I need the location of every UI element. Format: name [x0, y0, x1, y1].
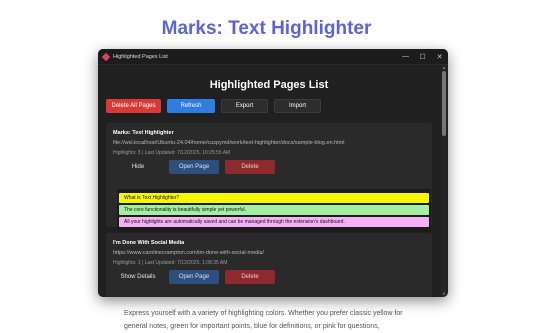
highlight-list: What is Text Highlighter? The core funct… — [117, 189, 431, 232]
app-window: Highlighted Pages List — ☐ ✕ Highlighted… — [98, 49, 448, 297]
card-actions: Show Details Open Page Delete — [113, 270, 275, 284]
highlight-item[interactable]: What is Text Highlighter? — [119, 193, 429, 203]
delete-button[interactable]: Delete — [225, 270, 275, 284]
highlight-item[interactable]: All your highlights are automatically sa… — [119, 217, 429, 227]
delete-button[interactable]: Delete — [225, 160, 275, 174]
window-title: Highlighted Pages List — [113, 53, 168, 60]
promo-description: Express yourself with a variety of highl… — [124, 310, 403, 330]
export-button[interactable]: Export — [221, 99, 268, 113]
app-icon — [101, 52, 111, 61]
open-page-button[interactable]: Open Page — [169, 160, 219, 174]
hide-button[interactable]: Hide — [113, 160, 163, 174]
page-card: I'm Done With Social Media https://www.c… — [106, 233, 432, 297]
open-page-button[interactable]: Open Page — [169, 270, 219, 284]
page-content: Highlighted Pages List Delete All Pages … — [98, 65, 440, 297]
scroll-down-icon[interactable]: ▼ — [441, 291, 447, 297]
card-url: https://www.carolinecrampton.com/im-done… — [113, 250, 264, 256]
delete-all-button[interactable]: Delete All Pages — [106, 99, 161, 113]
toolbar: Delete All Pages Refresh Export Import — [106, 99, 321, 113]
refresh-button[interactable]: Refresh — [167, 99, 215, 113]
scroll-thumb[interactable] — [442, 71, 446, 136]
card-meta: Highlights: 3 | Last Updated: 7/12/2025,… — [113, 150, 231, 156]
maximize-icon[interactable]: ☐ — [414, 49, 431, 64]
scrollbar[interactable]: ▲ ▼ — [441, 65, 447, 297]
window-titlebar: Highlighted Pages List — ☐ ✕ — [98, 49, 448, 65]
card-title: I'm Done With Social Media — [113, 240, 185, 246]
promo-headline: Marks: Text Highlighter — [161, 18, 372, 39]
minimize-icon[interactable]: — — [397, 49, 414, 64]
highlight-item[interactable]: The core functionality is beautifully si… — [119, 205, 429, 215]
show-details-button[interactable]: Show Details — [113, 270, 163, 284]
page-card: Marks: Text Highlighter file://wsl.local… — [106, 123, 432, 232]
card-title: Marks: Text Highlighter — [113, 130, 174, 136]
card-url: file://wsl.localhost/Ubuntu-24.04/home/c… — [113, 140, 345, 146]
close-icon[interactable]: ✕ — [431, 49, 448, 64]
card-actions: Hide Open Page Delete — [113, 160, 275, 174]
import-button[interactable]: Import — [274, 99, 321, 113]
card-meta: Highlights: 1 | Last Updated: 7/12/2025,… — [113, 260, 228, 266]
page-title: Highlighted Pages List — [209, 79, 329, 91]
